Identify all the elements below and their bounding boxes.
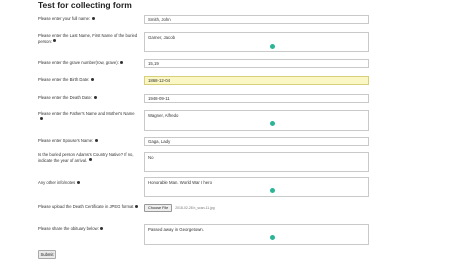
full-name-input[interactable] <box>144 15 369 24</box>
required-marker <box>76 180 80 184</box>
assist-dot-icon[interactable] <box>270 44 275 49</box>
submit-button[interactable]: Submit <box>38 250 56 259</box>
buried-name-label: Please enter the Last Name, First Name o… <box>38 33 138 44</box>
assist-dot-icon[interactable] <box>270 121 275 126</box>
file-upload: Choose File 2018-02-28 b_scan-11.jpg <box>144 204 215 212</box>
form-title: Test for collecting form <box>38 0 132 10</box>
choose-file-button[interactable]: Choose File <box>144 204 173 212</box>
birth-date-input[interactable] <box>144 76 369 85</box>
spouse-input[interactable] <box>144 137 369 146</box>
required-marker <box>53 39 57 43</box>
buried-name-textarea[interactable]: Garner, Jacob <box>144 32 369 52</box>
obituary-label: Please share the obituary below: <box>38 226 99 231</box>
required-marker <box>91 16 95 20</box>
required-marker <box>39 117 43 121</box>
notes-label: Any other info/notes <box>38 180 76 185</box>
upload-label: Please upload the Death Certificate in J… <box>38 204 134 209</box>
assist-dot-icon[interactable] <box>270 188 275 193</box>
assist-dot-icon[interactable] <box>270 235 275 240</box>
death-date-label: Please enter the Death Date: <box>38 95 93 100</box>
required-marker <box>88 158 92 162</box>
chosen-file-name: 2018-02-28 b_scan-11.jpg <box>175 206 215 210</box>
required-marker <box>93 95 97 99</box>
obituary-textarea[interactable]: Passed away in Georgetown. <box>144 224 369 245</box>
required-marker <box>120 60 124 64</box>
required-marker <box>90 77 94 81</box>
parents-label: Please enter the Father's Name and Mothe… <box>38 111 135 116</box>
native-label: Is the buried person Adams's Country Nat… <box>38 152 134 163</box>
full-name-label: Please enter your full name: <box>38 16 91 21</box>
required-marker <box>100 226 104 230</box>
native-textarea[interactable]: No <box>144 152 369 172</box>
birth-date-label: Please enter the Birth Date: <box>38 77 90 82</box>
death-date-input[interactable] <box>144 94 369 103</box>
required-marker <box>134 204 138 208</box>
required-marker <box>94 138 98 142</box>
parents-textarea[interactable]: Wagner, Alfredo <box>144 110 369 131</box>
grave-number-label: Please enter the grave number(row, grave… <box>38 60 119 65</box>
notes-textarea[interactable]: Honorable Man. World War I hero <box>144 177 369 197</box>
spouse-label: Please enter Spouse's Name: <box>38 138 94 143</box>
grave-number-input[interactable] <box>144 59 369 68</box>
